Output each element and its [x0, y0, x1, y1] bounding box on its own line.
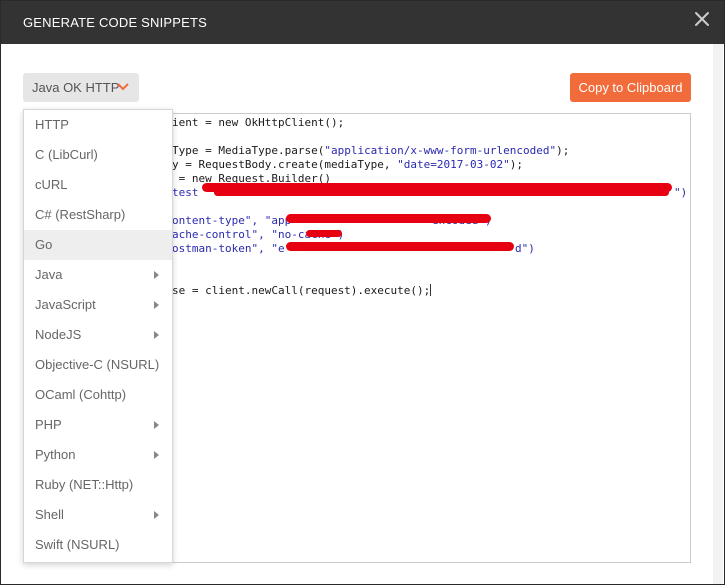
modal-scrollbar[interactable]: [713, 44, 723, 584]
chevron-right-icon: [154, 271, 159, 279]
code-string: "): [674, 186, 688, 199]
code-string: ontent-type", ": [172, 214, 272, 227]
modal-title: GENERATE CODE SNIPPETS: [23, 15, 208, 30]
language-option-label: Java: [35, 267, 63, 282]
code-string: "date=2017-03-02": [397, 158, 510, 171]
chevron-down-icon: [117, 83, 129, 91]
language-option-objective-c-nsurl[interactable]: Objective-C (NSURL): [24, 350, 172, 380]
code-text: se = client.newCall(request).execute();: [172, 284, 431, 297]
language-select[interactable]: Java OK HTTP: [23, 73, 139, 102]
language-option-label: Swift (NSURL): [35, 537, 120, 552]
code-string: ache-control", ": [172, 228, 278, 241]
language-option-swift-nsurl[interactable]: Swift (NSURL): [24, 530, 172, 560]
language-dropdown-menu: HTTP C (LibCurl) cURL C# (RestSharp) Go Java J…: [23, 109, 173, 563]
code-string: ostman-token", ": [172, 242, 278, 255]
text-caret: [430, 284, 432, 296]
language-option-label: Shell: [35, 507, 64, 522]
chevron-right-icon: [154, 301, 159, 309]
code-string: "application/x-www-form-urlencoded": [324, 144, 557, 157]
modal-header: GENERATE CODE SNIPPETS: [1, 1, 724, 44]
code-line: y = RequestBody.create(mediaType, "date=…: [172, 158, 523, 172]
code-line: ostman-token", "e d"): [172, 242, 535, 256]
language-option-http[interactable]: HTTP: [24, 110, 172, 140]
language-option-label: C (LibCurl): [35, 147, 98, 162]
code-text: );: [556, 144, 570, 157]
chevron-right-icon: [154, 421, 159, 429]
language-option-python[interactable]: Python: [24, 440, 172, 470]
language-option-php[interactable]: PHP: [24, 410, 172, 440]
code-text: );: [509, 158, 524, 171]
language-option-label: HTTP: [35, 117, 69, 132]
code-line: se = client.newCall(request).execute();: [172, 284, 432, 298]
language-option-label: cURL: [35, 177, 68, 192]
code-line: Type = MediaType.parse("application/x-ww…: [172, 144, 569, 158]
code-string: test: [172, 186, 199, 199]
language-option-label: Go: [35, 237, 53, 252]
copy-to-clipboard-button[interactable]: Copy to Clipboard: [570, 73, 691, 102]
code-text: ient = new OkHttpClient();: [172, 116, 345, 129]
redaction-scribble: [306, 230, 342, 237]
language-option-label: NodeJS: [35, 327, 82, 342]
language-option-java[interactable]: Java: [24, 260, 172, 290]
redaction-scribble: [286, 214, 491, 223]
language-option-label: Objective-C (NSURL): [35, 357, 160, 372]
chevron-right-icon: [154, 451, 159, 459]
language-option-label: PHP: [35, 417, 62, 432]
language-option-label: Python: [35, 447, 76, 462]
code-text: y = RequestBody.create(mediaType,: [172, 158, 398, 171]
language-option-ruby-net-http[interactable]: Ruby (NET::Http): [24, 470, 172, 500]
language-select-value: Java OK HTTP: [32, 80, 120, 95]
language-option-c-libcurl[interactable]: C (LibCurl): [24, 140, 172, 170]
code-string: e: [277, 242, 285, 255]
language-option-go[interactable]: Go: [24, 230, 172, 260]
code-string: d"): [515, 242, 535, 255]
generate-code-snippets-modal: GENERATE CODE SNIPPETS Java OK HTTP Copy…: [0, 0, 725, 585]
code-line: test "): [172, 186, 687, 200]
language-option-curl[interactable]: cURL: [24, 170, 172, 200]
language-option-javascript[interactable]: JavaScript: [24, 290, 172, 320]
chevron-right-icon: [154, 331, 159, 339]
close-icon[interactable]: [694, 11, 710, 27]
code-line: ontent-type", "appencoded"): [172, 214, 492, 228]
language-option-label: JavaScript: [35, 297, 96, 312]
language-option-c-restsharp[interactable]: C# (RestSharp): [24, 200, 172, 230]
code-text: Type = MediaType.parse(: [172, 144, 325, 157]
language-option-label: OCaml (Cohttp): [35, 387, 127, 402]
language-option-label: Ruby (NET::Http): [35, 477, 134, 492]
language-option-ocaml-cohttp[interactable]: OCaml (Cohttp): [24, 380, 172, 410]
redaction-scribble: [286, 242, 514, 251]
redaction-scribble: [214, 189, 669, 196]
chevron-right-icon: [154, 511, 159, 519]
language-option-label: C# (RestSharp): [35, 207, 126, 222]
code-line: ient = new OkHttpClient();: [172, 116, 344, 130]
language-option-shell[interactable]: Shell: [24, 500, 172, 530]
language-option-nodejs[interactable]: NodeJS: [24, 320, 172, 350]
